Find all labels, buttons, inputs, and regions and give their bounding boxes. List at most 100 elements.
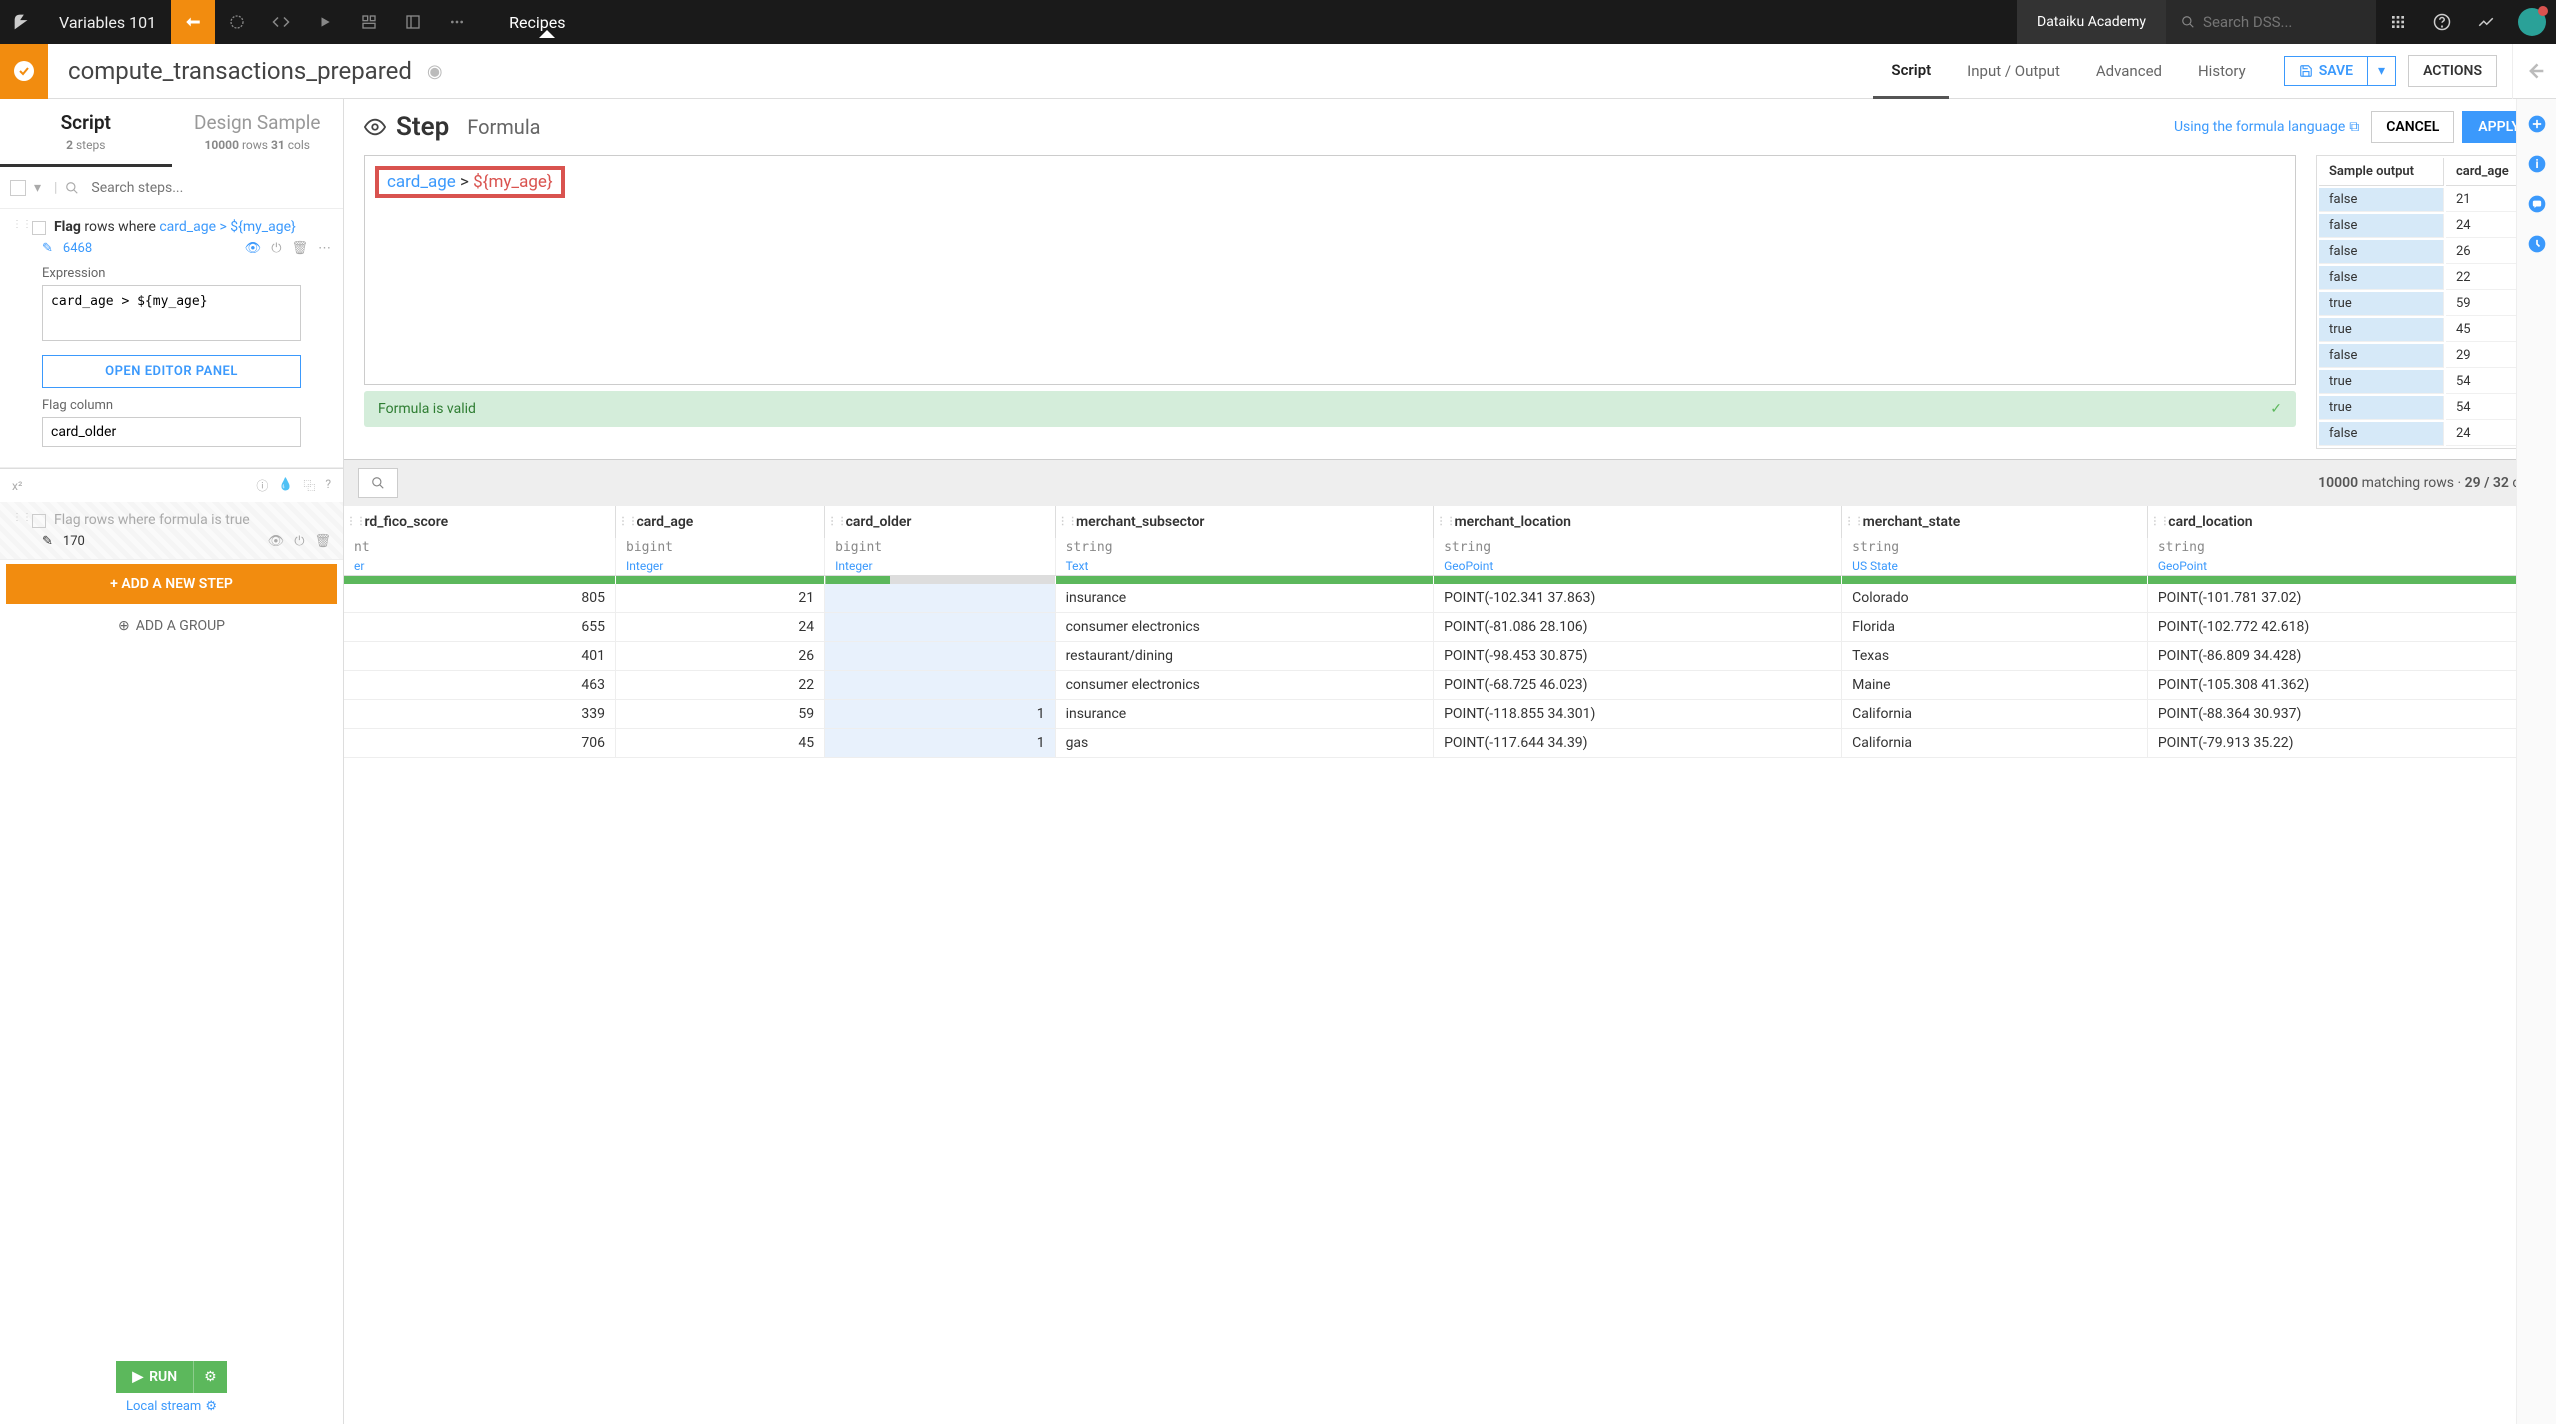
column-header[interactable]: ⋮⋮ merchant_state <box>1842 506 2148 538</box>
cancel-button[interactable]: CANCEL <box>2371 111 2454 143</box>
eye-icon[interactable]: 👁 <box>245 241 262 256</box>
cell <box>825 612 1055 641</box>
data-stats: 10000 matching rows · 29 / 32 cols. <box>2318 475 2542 491</box>
external-link-icon: ⧉ <box>2349 119 2359 135</box>
eye-icon[interactable]: 👁 <box>268 534 285 549</box>
tab-history[interactable]: History <box>2180 44 2264 99</box>
search-input[interactable] <box>2203 13 2361 31</box>
add-icon[interactable] <box>2527 114 2547 134</box>
chat-icon[interactable] <box>2527 194 2547 214</box>
step-item-2[interactable]: ⋮⋮ Flag rows where formula is true ✎ 170… <box>0 502 343 560</box>
column-header[interactable]: ⋮⋮ card_location <box>2147 506 2555 538</box>
steps-dropdown-icon[interactable]: ▾ <box>34 180 46 196</box>
cell: Florida <box>1842 612 2148 641</box>
history-icon[interactable] <box>2527 234 2547 254</box>
eye-icon[interactable] <box>364 116 386 138</box>
global-search[interactable] <box>2166 0 2376 44</box>
cell: 59 <box>616 699 825 728</box>
user-avatar[interactable] <box>2518 8 2546 36</box>
play-icon: ▶ <box>132 1369 143 1385</box>
power-icon[interactable]: ⏻ <box>271 241 281 256</box>
column-meaning[interactable]: Integer <box>825 557 1055 576</box>
play-icon[interactable] <box>303 0 347 44</box>
drop-icon[interactable]: 💧 <box>278 477 293 494</box>
circle-icon[interactable] <box>215 0 259 44</box>
grip-icon[interactable]: ⋮⋮ <box>12 219 24 230</box>
select-all-steps-checkbox[interactable] <box>10 180 26 196</box>
column-meaning[interactable]: GeoPoint <box>2147 557 2555 576</box>
step-checkbox[interactable] <box>32 221 46 235</box>
power-icon[interactable]: ⏻ <box>294 534 304 549</box>
activity-icon[interactable] <box>2464 0 2508 44</box>
sample-output-cell: true <box>2319 370 2444 394</box>
dataiku-logo-icon[interactable] <box>0 0 44 44</box>
trash-icon[interactable]: 🗑 <box>291 241 308 256</box>
column-header[interactable]: ⋮⋮ merchant_location <box>1434 506 1842 538</box>
column-header[interactable]: ⋮⋮ card_older <box>825 506 1055 538</box>
layout-icon[interactable] <box>391 0 435 44</box>
copy-icon[interactable]: ⿻ <box>303 477 315 494</box>
tab-script[interactable]: Script <box>1873 44 1949 99</box>
help-icon[interactable] <box>2420 0 2464 44</box>
step-checkbox[interactable] <box>32 514 46 528</box>
save-button[interactable]: SAVE <box>2284 56 2368 86</box>
academy-badge[interactable]: Dataiku Academy <box>2017 0 2166 44</box>
column-meaning[interactable]: Integer <box>616 557 825 576</box>
steps-search-input[interactable] <box>87 176 333 200</box>
run-settings-button[interactable]: ⚙ <box>193 1361 227 1393</box>
more-icon[interactable]: ⋯ <box>318 241 331 256</box>
back-arrow-icon[interactable] <box>2512 44 2556 99</box>
info-icon[interactable]: ⓘ <box>256 477 268 494</box>
breadcrumb-recipes[interactable]: Recipes <box>479 13 2017 32</box>
x2-icon: x² <box>12 479 22 493</box>
apps-icon[interactable] <box>2376 0 2420 44</box>
column-meaning[interactable]: GeoPoint <box>1434 557 1842 576</box>
grip-icon[interactable]: ⋮⋮ <box>12 512 24 523</box>
trash-icon[interactable]: 🗑 <box>314 534 331 549</box>
step-row-count: 170 <box>63 534 85 549</box>
table-row: 805 21 insurance POINT(-102.341 37.863) … <box>344 584 2556 613</box>
save-dropdown[interactable]: ▾ <box>2368 56 2396 86</box>
column-header[interactable]: ⋮⋮ rd_fico_score <box>344 506 616 538</box>
column-bar <box>1842 576 2148 584</box>
column-header[interactable]: ⋮⋮ card_age <box>616 506 825 538</box>
cell: 45 <box>616 728 825 757</box>
flag-column-input[interactable] <box>42 417 301 447</box>
column-meaning[interactable]: er <box>344 557 616 576</box>
add-step-button[interactable]: + ADD A NEW STEP <box>6 564 337 604</box>
open-editor-button[interactable]: OPEN EDITOR PANEL <box>42 355 301 388</box>
left-tab-sample[interactable]: Design Sample 10000 rows 31 cols <box>172 99 344 167</box>
formula-editor[interactable]: card_age > ${my_age} <box>364 155 2296 385</box>
info-icon[interactable]: i <box>2527 154 2547 174</box>
local-stream-link[interactable]: Local stream ⚙ <box>10 1399 333 1414</box>
column-meaning[interactable]: US State <box>1842 557 2148 576</box>
step-item-1[interactable]: ⋮⋮ Flag rows where card_age > ${my_age} … <box>0 209 343 468</box>
project-title[interactable]: Variables 101 <box>44 13 171 32</box>
tab-advanced[interactable]: Advanced <box>2078 44 2180 99</box>
expression-textarea[interactable]: card_age > ${my_age} <box>42 285 301 341</box>
formula-help-link[interactable]: Using the formula language ⧉ <box>2174 119 2359 135</box>
run-button[interactable]: ▶ RUN <box>116 1361 193 1393</box>
check-icon: ✓ <box>2270 401 2282 417</box>
column-header[interactable]: ⋮⋮ merchant_subsector <box>1055 506 1434 538</box>
sample-output-cell: true <box>2319 396 2444 420</box>
more-icon[interactable] <box>435 0 479 44</box>
dashboard-icon[interactable] <box>347 0 391 44</box>
tab-input-output[interactable]: Input / Output <box>1949 44 2078 99</box>
data-search-button[interactable] <box>358 468 398 498</box>
help-icon[interactable]: ? <box>325 477 331 494</box>
sample-output-cell: false <box>2319 344 2444 368</box>
cell: restaurant/dining <box>1055 641 1434 670</box>
edit-icon[interactable]: ✎ <box>42 534 53 549</box>
edit-icon[interactable]: ✎ <box>42 241 53 256</box>
add-group-button[interactable]: ⊕ ADD A GROUP <box>0 608 343 644</box>
table-row: 339 59 1 insurance POINT(-118.855 34.301… <box>344 699 2556 728</box>
column-meaning[interactable]: Text <box>1055 557 1434 576</box>
cell: POINT(-101.781 37.02) <box>2147 584 2555 613</box>
code-icon[interactable] <box>259 0 303 44</box>
cell: POINT(-86.809 34.428) <box>2147 641 2555 670</box>
step-description: Flag rows where card_age > ${my_age} <box>54 219 331 235</box>
flow-icon[interactable] <box>171 0 215 44</box>
left-tab-script[interactable]: Script 2 steps <box>0 99 172 167</box>
actions-button[interactable]: ACTIONS <box>2408 55 2497 87</box>
